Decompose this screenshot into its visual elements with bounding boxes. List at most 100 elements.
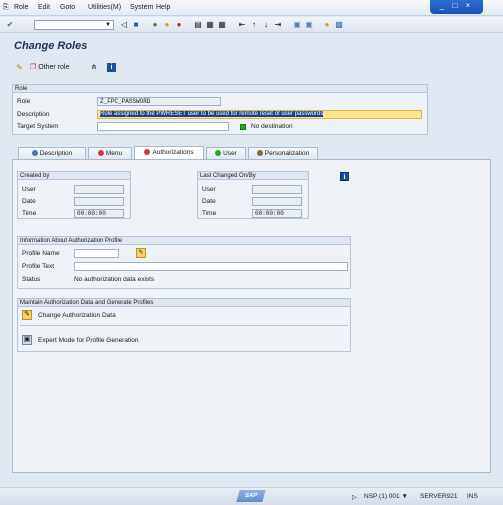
prev-page-icon[interactable]: ↑ <box>249 20 259 30</box>
created-user-label: User <box>22 186 36 193</box>
enter-icon[interactable]: ✔ <box>5 20 15 30</box>
first-page-icon[interactable]: ⇤ <box>237 20 247 30</box>
standard-toolbar: ✔ ▼ ◁ ■ ● ● ● ▤ ▦ ▦ ⇤ ↑ ↓ ⇥ ▣ ▣ ● ▩ <box>0 17 503 33</box>
menu-bar: ⎘ Role Edit Goto Utilities(M) System Hel… <box>0 0 503 16</box>
changed-user-field[interactable] <box>252 185 302 194</box>
find-next-icon[interactable]: ▦ <box>217 20 227 30</box>
generate-name-icon[interactable]: ✎ <box>136 248 146 258</box>
created-by-box: Created by User Date Time 00:00:00 <box>17 171 131 219</box>
profile-name-label: Profile Name <box>22 250 60 257</box>
tab-authorizations-label: Authorizations <box>152 149 194 156</box>
status-expand-icon[interactable]: ▷ <box>352 493 357 501</box>
changed-time-label: Time <box>202 210 217 217</box>
menu-system[interactable]: System <box>130 4 153 11</box>
tab-menu[interactable]: Menu <box>88 147 132 159</box>
description-tab-icon <box>31 150 38 157</box>
description-field[interactable]: Role assigned to the PWRESET user to be … <box>97 110 422 119</box>
page-title: Change Roles <box>14 40 88 52</box>
find-icon[interactable]: ▦ <box>205 20 215 30</box>
help-icon[interactable]: ● <box>322 20 332 30</box>
new-session-icon[interactable]: ▣ <box>292 20 302 30</box>
created-time-label: Time <box>22 210 37 217</box>
tab-personalization-label: Personalization <box>264 150 310 157</box>
command-dropdown-icon[interactable]: ▼ <box>103 20 113 30</box>
title-area: Change Roles <box>14 40 354 56</box>
command-field[interactable] <box>34 20 114 30</box>
maintain-auth-box: Maintain Authorization Data and Generate… <box>17 298 351 352</box>
next-page-icon[interactable]: ↓ <box>261 20 271 30</box>
change-auth-data-label: Change Authorization Data <box>38 312 116 319</box>
profile-text-label: Profile Text <box>22 263 55 270</box>
created-user-field[interactable] <box>74 185 124 194</box>
role-group: Role Role Z_FPC_PASSWORD Description Rol… <box>12 84 428 135</box>
tab-user[interactable]: User <box>206 147 246 159</box>
other-role-icon: ❐ <box>30 64 37 71</box>
system-info-text: NSP (1) 001 <box>364 493 400 500</box>
personalization-tab-icon <box>256 150 263 157</box>
created-time-field[interactable]: 00:00:00 <box>74 209 124 218</box>
system-info[interactable]: NSP (1) 001 ▼ <box>364 493 408 500</box>
last-page-icon[interactable]: ⇥ <box>273 20 283 30</box>
authorizations-tab-icon <box>144 149 151 156</box>
created-date-field[interactable] <box>74 197 124 206</box>
info-icon[interactable]: i <box>340 172 349 181</box>
changed-user-label: User <box>202 186 216 193</box>
tab-description[interactable]: Description <box>18 147 86 159</box>
status-bar: SAP ▷ NSP (1) 001 ▼ SERVER921 INS <box>0 487 503 505</box>
role-field[interactable]: Z_FPC_PASSWORD <box>97 97 221 106</box>
save-icon[interactable]: ■ <box>131 20 141 30</box>
tab-panel: Created by User Date Time 00:00:00 Last … <box>12 159 491 473</box>
hierarchy-icon[interactable]: ⋔ <box>91 63 97 71</box>
target-system-label: Target System <box>17 123 59 130</box>
status-green-icon <box>240 124 246 130</box>
changed-date-field[interactable] <box>252 197 302 206</box>
changed-date-label: Date <box>202 198 216 205</box>
tab-description-label: Description <box>39 150 73 157</box>
profile-name-field[interactable] <box>74 249 119 258</box>
other-role-button[interactable]: ❐ Other role <box>30 63 69 71</box>
back-icon[interactable]: ● <box>150 20 160 30</box>
tab-personalization[interactable]: Personalization <box>248 147 318 159</box>
info-icon[interactable]: i <box>107 63 116 72</box>
layout-icon[interactable]: ▩ <box>334 20 344 30</box>
menu-tab-icon <box>97 150 104 157</box>
shortcut-icon[interactable]: ▣ <box>304 20 314 30</box>
tab-strip: Description Menu Authorizations User Per… <box>12 146 491 159</box>
menu-icon[interactable]: ⎘ <box>3 4 9 12</box>
exit-icon[interactable]: ● <box>162 20 172 30</box>
change-auth-data-button[interactable]: ✎ Change Authorization Data <box>20 309 270 323</box>
profile-status-value: No authorization data exists <box>74 276 155 283</box>
target-status-text: No destination <box>251 123 293 130</box>
role-group-header: Role <box>13 85 427 93</box>
last-changed-header: Last Changed On/By <box>198 172 308 180</box>
print-icon[interactable]: ▤ <box>193 20 203 30</box>
other-role-label: Other role <box>38 64 70 71</box>
back-arrow-icon[interactable]: ◁ <box>119 20 129 30</box>
description-label: Description <box>17 111 50 118</box>
divider <box>20 325 348 326</box>
cancel-icon[interactable]: ● <box>174 20 184 30</box>
menu-goto[interactable]: Goto <box>60 4 75 11</box>
changed-time-field[interactable]: 00:00:00 <box>252 209 302 218</box>
menu-utilities[interactable]: Utilities(M) <box>88 4 121 11</box>
user-tab-icon <box>215 150 222 157</box>
application-toolbar: ✎ ❐ Other role ⋔ i <box>12 61 492 77</box>
profile-text-field[interactable] <box>74 262 348 271</box>
menu-edit[interactable]: Edit <box>38 4 50 11</box>
description-value: Role assigned to the PWRESET user to be … <box>100 111 324 117</box>
role-label: Role <box>17 98 31 105</box>
tab-user-label: User <box>223 150 237 157</box>
profile-status-label: Status <box>22 276 41 283</box>
created-by-header: Created by <box>18 172 130 180</box>
tab-authorizations[interactable]: Authorizations <box>134 146 204 159</box>
target-system-field[interactable] <box>97 122 229 131</box>
profile-info-box: Information About Authorization Profile … <box>17 236 351 289</box>
window-controls[interactable]: _ □ × <box>430 0 483 14</box>
pencil-icon: ✎ <box>22 310 32 320</box>
expert-mode-button[interactable]: ▣ Expert Mode for Profile Generation <box>20 334 270 348</box>
sap-logo: SAP <box>236 490 266 502</box>
menu-help[interactable]: Help <box>156 4 170 11</box>
display-change-icon[interactable]: ✎ <box>16 63 23 72</box>
server-info: SERVER921 <box>420 493 458 500</box>
menu-role[interactable]: Role <box>14 4 28 11</box>
